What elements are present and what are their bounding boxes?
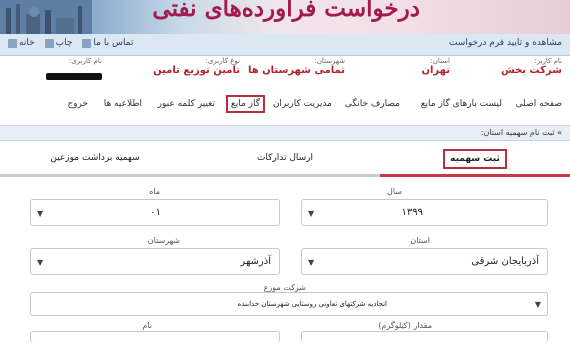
- nav-item-household[interactable]: مصارف خانگی: [345, 99, 400, 109]
- chevron-down-icon: ▼: [308, 209, 315, 218]
- nav-item-home[interactable]: صفحه اصلی: [516, 99, 562, 109]
- refinery-illustration: [0, 0, 92, 34]
- redacted-username: [46, 73, 102, 80]
- amount-label: مقدار (کیلوگرم): [378, 321, 432, 330]
- nav-item-lpg-list[interactable]: لیست بارهای گاز مایع: [421, 99, 502, 109]
- year-label: سال: [387, 187, 402, 196]
- distributor-label: شرکت موزع: [263, 283, 306, 292]
- tab-send-supplies[interactable]: ارسال تدارکات: [190, 146, 380, 172]
- name-label: نام: [142, 321, 152, 330]
- amount-input[interactable]: [301, 331, 548, 343]
- city-select[interactable]: آذرشهر ▼: [30, 248, 280, 275]
- main-nav: صفحه اصلی لیست بارهای گاز مایع مصارف خان…: [0, 95, 570, 119]
- nav-item-change-password[interactable]: تغییر کلمه عبور: [158, 99, 215, 109]
- contact-link[interactable]: تماس با ما: [82, 38, 133, 48]
- nav-item-logout[interactable]: خروج: [67, 99, 88, 109]
- top-menubar: مشاهده و تایید فرم درخواست خانه چاپ تماس…: [0, 34, 570, 56]
- home-icon: [8, 38, 17, 48]
- province-select[interactable]: آذربایجان شرقی ▼: [301, 248, 548, 275]
- home-link[interactable]: خانه: [8, 38, 35, 48]
- chevron-down-icon: ▼: [37, 209, 44, 218]
- page-banner-title: درخواست فرآورده‌های نفتی: [152, 0, 420, 22]
- nav-item-user-management[interactable]: مدیریت کاربران: [273, 99, 332, 109]
- section-title: » ثبت نام سهمیه استان:: [480, 128, 562, 137]
- user-info-row: نام کاربر: شرکت بخش استان: تهران شهرستان…: [0, 57, 570, 91]
- print-link[interactable]: چاپ: [44, 38, 72, 48]
- tab-distributor-quota[interactable]: سهمیه برداشت موزعین: [0, 146, 190, 172]
- city-label: شهرستان: [147, 236, 180, 245]
- province-field: استان: تهران: [421, 57, 450, 76]
- month-label: ماه: [149, 187, 160, 196]
- nav-item-lpg[interactable]: گاز مایع: [225, 95, 265, 113]
- breadcrumb: مشاهده و تایید فرم درخواست: [448, 38, 562, 48]
- name-input[interactable]: [30, 331, 280, 343]
- tab-indicator-active: [380, 174, 570, 177]
- province-label: استان: [410, 236, 430, 245]
- chevron-down-icon: ▼: [534, 300, 541, 309]
- year-select[interactable]: ۱۳۹۹ ▼: [301, 199, 548, 226]
- header-banner: درخواست فرآورده‌های نفتی: [0, 0, 570, 34]
- contact-icon: [82, 38, 92, 48]
- distributor-select[interactable]: اتحادیه شرکتهای تعاونی روستایی شهرستان خ…: [30, 292, 548, 316]
- tab-quota-registration[interactable]: ثبت سهمیه: [380, 146, 570, 172]
- section-header: » ثبت نام سهمیه استان:: [0, 125, 570, 141]
- user-type-field: نوع کاربری: تامین توزیع تامین: [153, 57, 240, 76]
- chevron-down-icon: ▼: [37, 258, 44, 267]
- month-select[interactable]: ۰۱ ▼: [30, 199, 280, 226]
- city-field: شهرستان: تمامی شهرستان ها: [247, 57, 345, 76]
- nav-item-announcements[interactable]: اطلاعیه ها: [104, 99, 142, 109]
- print-icon: [44, 38, 54, 48]
- customer-name-field: نام کاربر: شرکت بخش: [500, 57, 562, 76]
- chevron-down-icon: ▼: [308, 258, 315, 267]
- tab-indicator-track: [0, 174, 570, 177]
- top-links: خانه چاپ تماس با ما: [8, 38, 133, 48]
- username-field: نام کاربری:: [46, 57, 102, 84]
